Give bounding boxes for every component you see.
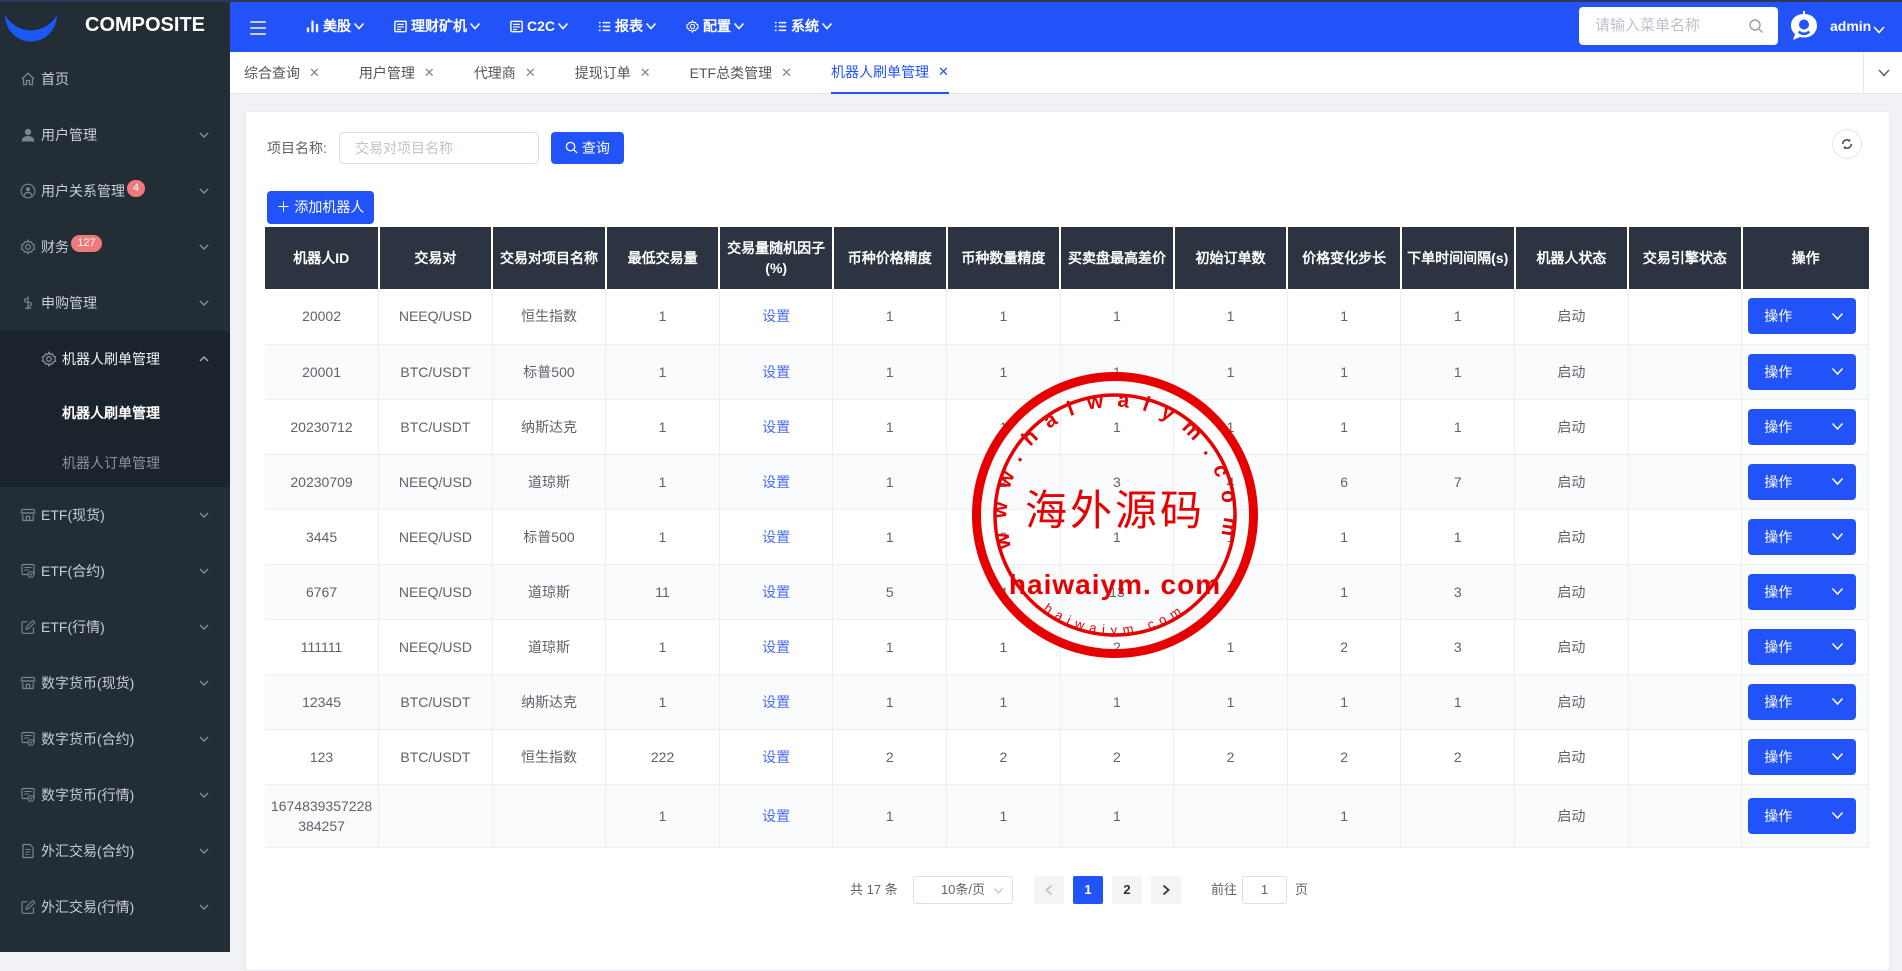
svg-text:haiwaiym. com: haiwaiym. com: [1009, 569, 1221, 600]
svg-text:海外源码: 海外源码: [1025, 489, 1205, 535]
svg-text:haiwaiym.com: haiwaiym.com: [1041, 600, 1188, 637]
